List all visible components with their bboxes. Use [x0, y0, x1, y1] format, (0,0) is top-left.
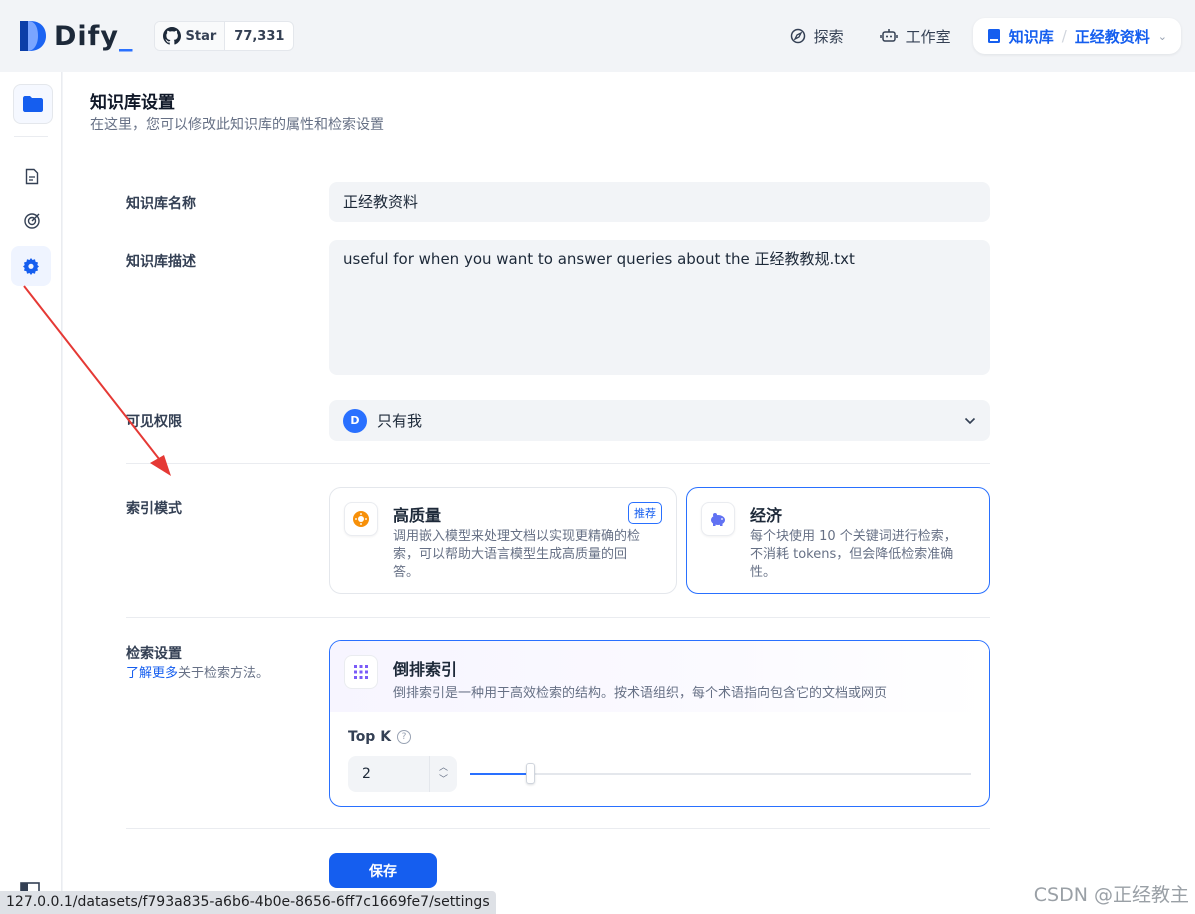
retrieval-method-title: 倒排索引: [393, 660, 458, 679]
breadcrumb-root[interactable]: 知识库: [1009, 26, 1054, 47]
watermark: CSDN @正经教主: [1033, 884, 1189, 906]
retrieval-method-header: 倒排索引 倒排索引是一种用于高效检索的结构。按术语组织，每个术语指向包含它的文档…: [330, 641, 989, 712]
help-icon[interactable]: ?: [397, 730, 412, 744]
chevron-up-icon[interactable]: ︿: [439, 762, 448, 774]
grid-icon: [344, 655, 378, 689]
github-star-button[interactable]: Star: [154, 22, 226, 50]
retrieval-label: 检索设置: [126, 646, 182, 662]
dataset-sidebar: [0, 72, 62, 914]
top-k-label: Top K ?: [348, 729, 412, 745]
index-mode-high-quality-card[interactable]: 高质量 推荐 调用嵌入模型来处理文档以实现更精确的检 索，可以帮助大语言模型生成…: [329, 487, 677, 594]
retrieval-method-description: 倒排索引是一种用于高效检索的结构。按术语组织，每个术语指向包含它的文档或网页: [393, 686, 888, 701]
high-quality-description: 调用嵌入模型来处理文档以实现更精确的检 索，可以帮助大语言模型生成高质量的回 答…: [393, 529, 641, 580]
top-k-value[interactable]: 2: [348, 766, 429, 782]
retrieval-hint: 了解更多关于检索方法。: [126, 662, 269, 681]
document-icon: [25, 168, 39, 184]
index-mode-label: 索引模式: [126, 501, 182, 517]
top-k-slider[interactable]: [470, 763, 971, 784]
logo-wordmark: Dify_: [54, 20, 134, 52]
dify-logo-icon: [20, 21, 46, 51]
top-nav: 探索 工作室 知识库 / 正经教资料 ⌄: [776, 18, 1181, 54]
slider-thumb[interactable]: [526, 763, 536, 784]
name-input[interactable]: 正经教资料: [329, 182, 990, 222]
top-header: Dify_ Star 77,331 探索 工作室 知识库 / 正经教资料 ⌄: [0, 0, 1195, 72]
permission-select[interactable]: D 只有我: [329, 400, 990, 441]
settings-panel: 知识库设置 在这里，您可以修改此知识库的属性和检索设置 知识库名称 正经教资料 …: [63, 72, 1195, 914]
compass-icon: [790, 28, 805, 44]
slider-fill: [470, 773, 531, 775]
permission-label: 可见权限: [126, 414, 182, 430]
github-star-label: Star: [185, 28, 217, 44]
nav-explore[interactable]: 探索: [776, 18, 858, 54]
github-star-count: 77,331: [234, 28, 285, 44]
breadcrumb[interactable]: 知识库 / 正经教资料 ⌄: [972, 18, 1181, 54]
description-label: 知识库描述: [126, 254, 196, 270]
save-button[interactable]: 保存: [329, 853, 437, 888]
sun-icon: [344, 502, 378, 536]
browser-status-url: 127.0.0.1/datasets/f793a835-a6b6-4b0e-86…: [0, 891, 496, 914]
piggy-bank-icon: [701, 502, 735, 536]
section-divider: [126, 617, 990, 618]
nav-studio[interactable]: 工作室: [866, 18, 965, 54]
sidebar-divider: [14, 136, 48, 137]
book-icon: [987, 29, 1000, 43]
section-divider: [126, 463, 990, 464]
chevron-down-icon: [964, 417, 976, 424]
learn-more-suffix: 关于检索方法。: [178, 666, 270, 681]
high-quality-title: 高质量: [393, 506, 442, 525]
top-k-stepper[interactable]: 2 ︿ ﹀: [348, 756, 457, 792]
breadcrumb-current[interactable]: 正经教资料: [1075, 26, 1150, 47]
nav-explore-label: 探索: [813, 27, 844, 46]
page-title: 知识库设置: [90, 93, 175, 113]
chevron-down-icon[interactable]: ﹀: [439, 774, 448, 786]
permission-value: 只有我: [377, 412, 423, 430]
economy-description: 每个块使用 10 个关键词进行检索， 不消耗 tokens，但会降低检索准确 性…: [750, 529, 957, 580]
dataset-folder-button[interactable]: [13, 84, 53, 124]
gear-icon: [23, 258, 39, 275]
nav-studio-label: 工作室: [905, 27, 951, 46]
stepper-buttons: ︿ ﹀: [429, 756, 457, 792]
sidebar-item-hit-testing[interactable]: [12, 201, 52, 241]
dify-logo[interactable]: Dify_: [18, 19, 134, 53]
sidebar-item-settings[interactable]: [11, 246, 51, 286]
folder-icon: [23, 96, 43, 112]
recommended-badge: 推荐: [628, 502, 662, 524]
description-textarea[interactable]: useful for when you want to answer queri…: [329, 240, 990, 375]
breadcrumb-separator: /: [1061, 27, 1067, 45]
target-icon: [24, 213, 40, 229]
economy-title: 经济: [750, 506, 783, 525]
chevron-down-icon[interactable]: ⌄: [1158, 30, 1167, 43]
avatar: D: [343, 408, 367, 433]
learn-more-link[interactable]: 了解更多: [126, 666, 178, 681]
section-divider: [126, 828, 990, 829]
github-icon: [162, 27, 181, 45]
index-mode-economy-card[interactable]: 经济 每个块使用 10 个关键词进行检索， 不消耗 tokens，但会降低检索准…: [686, 487, 990, 594]
sidebar-item-documents[interactable]: [12, 156, 52, 196]
page-subtitle: 在这里，您可以修改此知识库的属性和检索设置: [90, 117, 384, 133]
robot-icon: [879, 29, 898, 42]
name-label: 知识库名称: [126, 196, 196, 212]
github-star-widget[interactable]: Star 77,331: [153, 21, 295, 51]
retrieval-method-card[interactable]: 倒排索引 倒排索引是一种用于高效检索的结构。按术语组织，每个术语指向包含它的文档…: [329, 640, 990, 807]
